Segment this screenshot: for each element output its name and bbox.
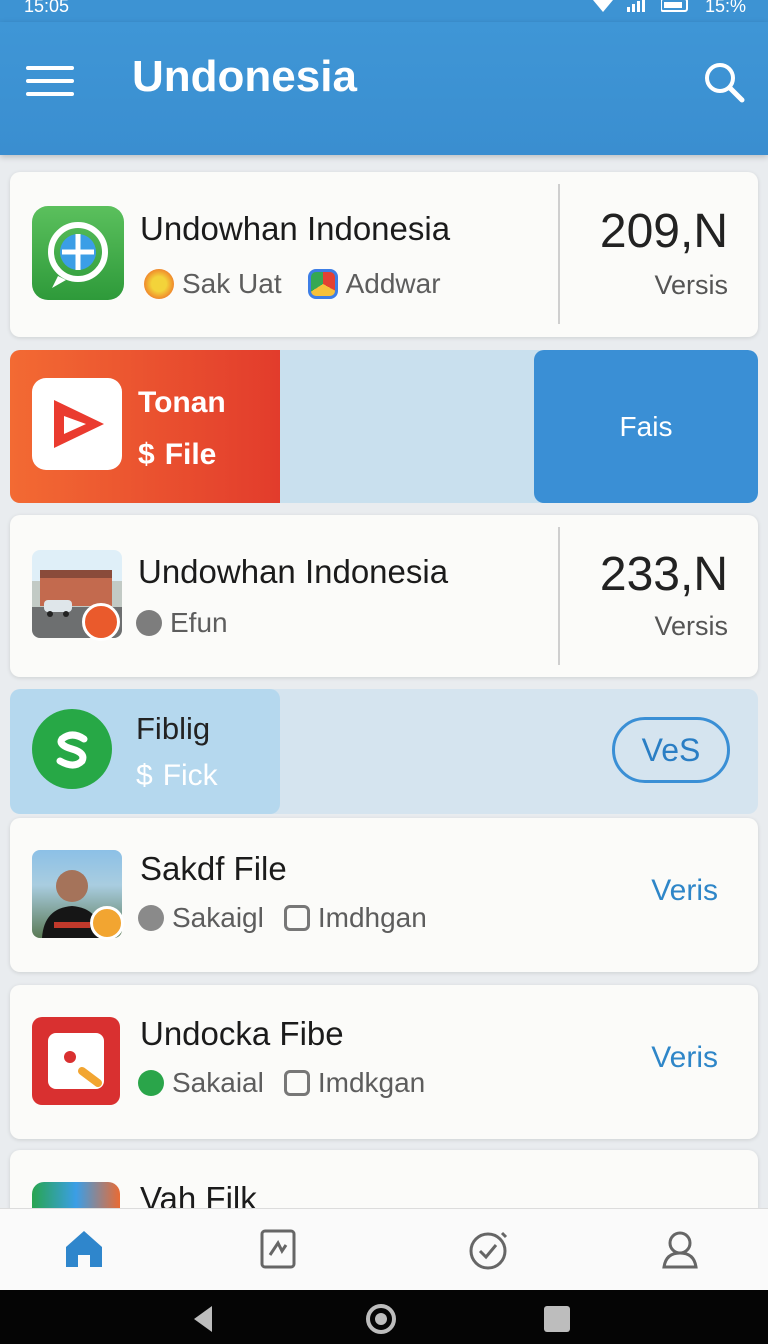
meta-label: Imdhgan (317, 902, 427, 933)
chat-icon (138, 905, 164, 931)
chrome-icon (307, 269, 338, 299)
item-title: Sakdf File (140, 850, 287, 887)
search-icon[interactable] (702, 60, 746, 104)
verified-icon (136, 610, 162, 636)
banner-title: Tonan (138, 386, 226, 419)
meta-label: Imdkgan (317, 1067, 426, 1098)
list-item[interactable]: Undowhan Indonesia Sak Uat Addwar 209,N … (10, 172, 758, 337)
battery-percent: 15:% (704, 0, 746, 16)
file-icon[interactable] (254, 1225, 302, 1273)
bottom-nav (0, 1208, 768, 1290)
banner-subtitle: $ File (138, 438, 216, 472)
signal-icon (626, 0, 647, 17)
divider (558, 184, 560, 324)
app-icon (32, 206, 124, 300)
app-mini-icon (144, 269, 174, 299)
wifi-icon (592, 0, 613, 17)
meta-label: Sak Uat (182, 268, 282, 299)
app-badge-icon (283, 1070, 310, 1096)
version-link[interactable]: Veris (651, 1041, 718, 1075)
whatsapp-icon (32, 709, 112, 789)
item-meta: Efun (136, 607, 228, 639)
banner-subtitle-label: File (164, 438, 217, 471)
clock-icon[interactable] (464, 1225, 512, 1273)
dollar-icon: $ (138, 438, 155, 471)
battery-icon (659, 0, 691, 17)
profile-icon[interactable] (656, 1225, 704, 1273)
item-title: Undocka Fibe (140, 1015, 344, 1052)
download-count: 233,N (599, 548, 728, 601)
dollar-icon: $ (136, 759, 153, 792)
count-label: Versis (654, 270, 728, 300)
promo-banner[interactable]: Tonan $ File Fais (10, 350, 758, 503)
count-label: Versis (654, 611, 728, 641)
item-meta: Sakaigl Imdhgan (138, 902, 427, 934)
menu-icon[interactable] (26, 66, 74, 100)
list-item[interactable]: Sakdf File Sakaigl Imdhgan Veris (10, 818, 758, 972)
banner-subtitle-label: Fick (162, 759, 218, 792)
banner-title: Fiblig (136, 711, 211, 746)
recents-icon[interactable] (540, 1302, 574, 1336)
divider (558, 527, 560, 665)
banner-action-button[interactable]: VeS (612, 717, 730, 783)
item-title: Undowhan Indonesia (140, 210, 451, 247)
version-link[interactable]: Veris (651, 874, 718, 908)
status-bar: 15:05 15:% (0, 0, 768, 22)
system-nav-bar (0, 1290, 768, 1344)
home-icon[interactable] (60, 1225, 108, 1273)
play-icon (32, 378, 122, 470)
item-meta: Sak Uat Addwar (144, 268, 441, 300)
list-item[interactable]: Undocka Fibe Sakaial Imdkgan Veris (10, 985, 758, 1139)
page-title: Undonesia (132, 52, 357, 101)
app-icon (32, 1017, 120, 1105)
status-icons: 15:% (592, 0, 746, 17)
back-icon[interactable] (186, 1302, 220, 1336)
list-item[interactable]: Undowhan Indonesia Efun 233,N Versis (10, 515, 758, 677)
music-badge-icon (90, 906, 124, 940)
home-button-icon[interactable] (364, 1302, 398, 1336)
upload-badge-icon (82, 603, 120, 641)
refresh-icon (138, 1070, 164, 1096)
meta-label: Sakaigl (172, 902, 264, 933)
item-meta: Sakaial Imdkgan (138, 1067, 425, 1099)
banner-subtitle: $ Fick (136, 759, 218, 793)
item-title: Undowhan Indonesia (138, 553, 449, 590)
app-badge-icon (283, 905, 310, 931)
banner-action-button[interactable]: Fais (534, 350, 758, 503)
meta-label: Sakaial (172, 1067, 264, 1098)
meta-label: Efun (170, 607, 228, 638)
meta-label: Addwar (345, 268, 441, 299)
promo-banner[interactable]: Fiblig $ Fick VeS (10, 689, 758, 814)
status-time: 15:05 (24, 0, 70, 16)
app-bar: Undonesia (0, 22, 768, 155)
download-count: 209,N (599, 205, 728, 258)
